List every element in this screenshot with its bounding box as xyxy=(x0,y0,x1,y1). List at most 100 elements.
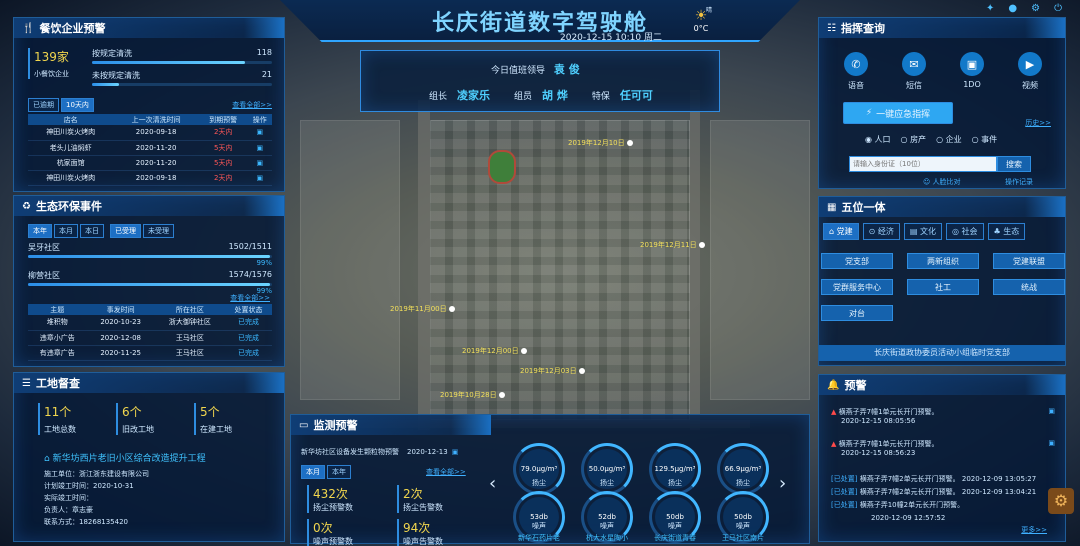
tab-society[interactable]: ◎ 社会 xyxy=(945,223,984,240)
five-buttons: 党支部 两新组织 党建联盟 党群服务中心 社工 统战 对台 xyxy=(821,253,1065,321)
site-label[interactable]: 长庆街道青春 xyxy=(645,533,705,543)
tab-year[interactable]: 本年 xyxy=(327,465,351,479)
site-label[interactable]: 王马社区南片 xyxy=(713,533,773,543)
view-all-link[interactable]: 查看全部>> xyxy=(426,467,466,477)
social-work-button[interactable]: 社工 xyxy=(907,279,979,295)
table-row: 杭家面馆 2020-11-20 5天内 ▣ xyxy=(28,155,272,171)
view-all-link[interactable]: 查看全部>> xyxy=(230,293,270,303)
view-all-link[interactable]: 查看全部>> xyxy=(232,100,272,110)
monitor-notice[interactable]: 新华坊社区设备发生颗粒物预警 2020-12-13 ▣ xyxy=(301,447,458,457)
radio-property[interactable]: ○ 房产 xyxy=(901,134,927,145)
site-label[interactable]: 杭大水星陶小 xyxy=(577,533,637,543)
table-row: 神田川炭火烤肉 2020-09-18 2天内 ▣ xyxy=(28,170,272,186)
gauge-label: 扬尘 xyxy=(600,479,614,487)
map-pin[interactable]: 2019年10月28日 xyxy=(440,390,505,400)
handled-item[interactable]: [已处置] 横燕子弄10幢2单元长开门预警。 xyxy=(831,499,1055,512)
sms-button[interactable]: ✉ 短信 xyxy=(891,52,937,91)
project-card[interactable]: ⌂ 新华坊西片老旧小区综合改造提升工程 施工单位：浙江浙东建设有限公司 计划竣工… xyxy=(44,451,264,528)
tab-party[interactable]: ⌂ 党建 xyxy=(823,223,859,240)
map-pin[interactable]: 2019年12月03日 xyxy=(520,366,585,376)
map-pin[interactable]: 2019年12月10日 xyxy=(568,138,633,148)
new-org-button[interactable]: 两新组织 xyxy=(907,253,979,269)
handled-item[interactable]: [已处置] 横燕子弄7幢2单元长开门预警。 2020-12-09 13:05:2… xyxy=(831,473,1055,486)
panel-title: ▭ 监测预警 xyxy=(291,415,491,435)
edit-icon[interactable]: ▣ xyxy=(247,125,272,141)
bar-value: 118 xyxy=(256,48,272,57)
radio-event[interactable]: ○ 事件 xyxy=(972,134,998,145)
voice-button[interactable]: ✆ 语音 xyxy=(833,52,879,91)
radio-population[interactable]: ◉ 人口 xyxy=(865,134,891,145)
handled-item[interactable]: [已处置] 横燕子弄7幢2单元长开门预警。 2020-12-09 13:04:2… xyxy=(831,486,1055,499)
edit-icon[interactable]: ▣ xyxy=(247,155,272,171)
tab-month[interactable]: 本月 xyxy=(301,465,325,479)
gear-icon[interactable]: ✦ xyxy=(986,3,994,14)
more-link[interactable]: 更多>> xyxy=(1021,525,1047,535)
map-pin-label: 2019年11月00日 xyxy=(390,305,447,313)
weather-temp: 0°C xyxy=(693,24,709,33)
project-title: ⌂ 新华坊西片老旧小区综合改造提升工程 xyxy=(44,454,206,464)
map-pin[interactable]: 2019年12月00日 xyxy=(462,346,527,356)
video-icon: ▶ xyxy=(1018,52,1042,76)
alert-list: ▲ 横燕子弄7幢1单元长开门预警。 2020-12-15 08:05:56 ▣ ▲… xyxy=(831,407,1055,457)
face-compare-link[interactable]: ☺ 人脸比对 xyxy=(923,177,961,187)
taiwan-button[interactable]: 对台 xyxy=(821,305,893,321)
search-button[interactable]: 搜索 xyxy=(997,156,1031,172)
tab-day[interactable]: 本日 xyxy=(80,224,104,238)
map-pin-label: 2019年12月11日 xyxy=(640,241,697,249)
document-icon[interactable]: ▣ xyxy=(1048,439,1055,457)
tab-month[interactable]: 本月 xyxy=(54,224,78,238)
image-icon[interactable]: ▣ xyxy=(452,448,459,456)
document-icon[interactable]: ▣ xyxy=(1048,407,1055,425)
operation-log-link[interactable]: 操作记录 xyxy=(1005,177,1033,187)
site-label[interactable]: 新华石药片老 xyxy=(509,533,569,543)
search-input[interactable] xyxy=(849,156,997,172)
chevron-left-icon[interactable]: ‹ xyxy=(489,473,496,494)
tab-economy[interactable]: ⊙ 经济 xyxy=(862,223,900,240)
group-name: 凌家乐 xyxy=(457,89,491,102)
tab-culture[interactable]: ▤ 文化 xyxy=(903,223,942,240)
leaf-icon: ♻ xyxy=(22,200,31,212)
edit-icon[interactable]: ▣ xyxy=(247,170,272,186)
construction-title: 工地督查 xyxy=(35,377,80,390)
tab-unaccepted[interactable]: 未受理 xyxy=(143,224,174,238)
monitor-stats: 432次 扬尘预警数 2次 扬尘告警数 0次 噪声预警数 94次 噪声告警数 xyxy=(307,485,487,546)
weather-condition: 晴 xyxy=(706,7,713,14)
handled-list: [已处置] 横燕子弄7幢2单元长开门预警。 2020-12-09 13:05:2… xyxy=(831,473,1055,525)
united-front-button[interactable]: 统战 xyxy=(993,279,1065,295)
alert-item[interactable]: ▲ 横燕子弄7幢1单元长开门预警。 2020-12-15 08:05:56 ▣ xyxy=(831,407,1055,425)
history-link[interactable]: 历史>> xyxy=(1025,118,1051,128)
user-icon[interactable]: ● xyxy=(1008,3,1017,14)
map-pin-label: 2019年10月28日 xyxy=(440,391,497,399)
settings-gear-icon[interactable]: ⚙ xyxy=(1048,488,1074,514)
phone-icon: ✆ xyxy=(844,52,868,76)
video-button[interactable]: ▶ 视频 xyxy=(1007,52,1053,91)
construction-stats: 11个 工地总数 6个 旧改工地 5个 在建工地 xyxy=(38,403,232,435)
tab-10days[interactable]: 10天内 xyxy=(61,98,94,112)
emergency-command-button[interactable]: ⚡ 一键应急指挥 xyxy=(843,102,953,124)
edit-icon[interactable]: ▣ xyxy=(247,140,272,156)
tab-overdue[interactable]: 已逾期 xyxy=(28,98,59,112)
power-icon[interactable]: ⏻ xyxy=(1054,3,1062,14)
gauge-label: 扬尘 xyxy=(736,479,750,487)
catering-count: 139家 xyxy=(34,50,69,64)
chevron-right-icon[interactable]: › xyxy=(779,473,786,494)
map-pin[interactable]: 2019年11月00日 xyxy=(390,304,455,314)
pin-icon xyxy=(626,140,633,146)
alert-item[interactable]: ▲ 横燕子弄7幢1单元长开门预警。 2020-12-15 08:56:23 ▣ xyxy=(831,439,1055,457)
bar-percent: 99% xyxy=(256,259,272,267)
tab-year[interactable]: 本年 xyxy=(28,224,52,238)
member-label: 组员 xyxy=(514,91,533,102)
tab-ecology[interactable]: ♣ 生态 xyxy=(987,223,1026,240)
branch-button[interactable]: 党支部 xyxy=(821,253,893,269)
bar-row: 柳营社区 1574/1576 xyxy=(28,270,272,280)
service-center-button[interactable]: 党群服务中心 xyxy=(821,279,893,295)
map-pin[interactable]: 2019年12月11日 xyxy=(640,240,705,250)
alliance-button[interactable]: 党建联盟 xyxy=(993,253,1065,269)
sports-field xyxy=(488,150,516,184)
1do-button[interactable]: ▣ 1DO xyxy=(949,52,995,91)
tab-accepted[interactable]: 已受理 xyxy=(110,224,141,238)
table-row: 老头儿油焖虾 2020-11-20 5天内 ▣ xyxy=(28,140,272,156)
settings-icon[interactable]: ⚙ xyxy=(1031,3,1040,14)
map-road xyxy=(418,100,430,430)
radio-enterprise[interactable]: ○ 企业 xyxy=(936,134,962,145)
